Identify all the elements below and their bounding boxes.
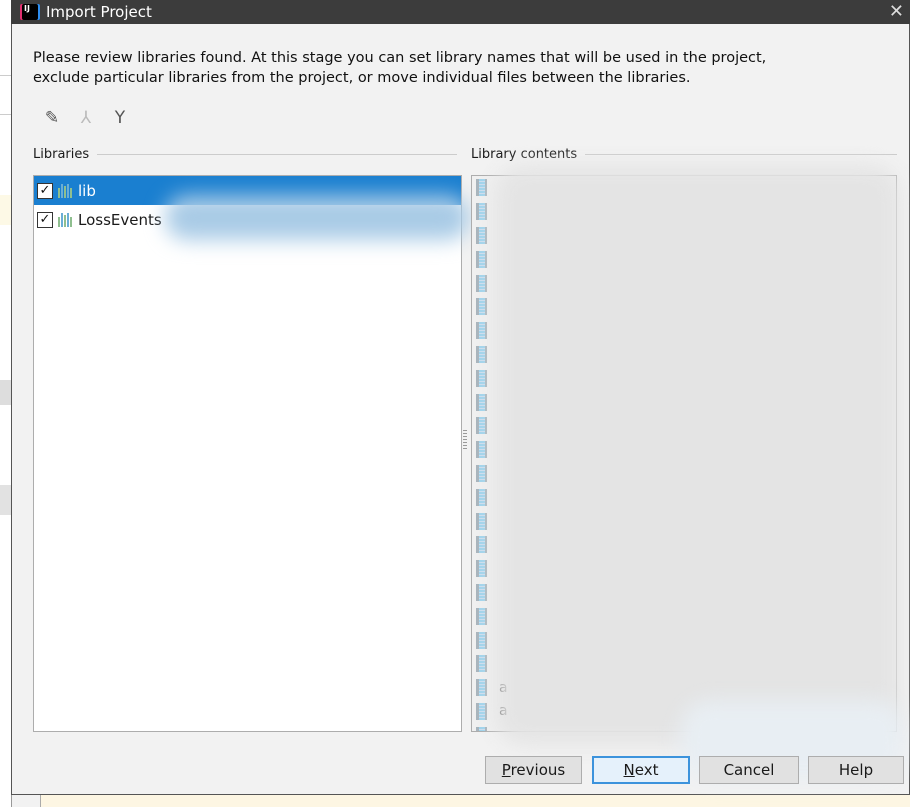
merge-icon: ⅄ [80,108,92,128]
jar-icon [476,417,487,435]
library-name: LossEvents [78,210,162,229]
dialog-description: Please review libraries found. At this s… [33,48,893,88]
next-button[interactable]: Next [592,756,690,784]
library-contents-label: Library contents [471,147,578,162]
jar-icon [476,560,487,578]
checkbox-checked[interactable]: ✓ [37,182,53,199]
previous-button[interactable]: Previous [485,756,582,784]
redaction-blur [165,195,470,240]
jar-icon [476,322,487,340]
close-icon[interactable]: ✕ [889,0,904,24]
cancel-button[interactable]: Cancel [699,756,799,784]
split-icon[interactable]: Y [110,108,130,128]
jar-icon [476,441,487,459]
checkbox-checked[interactable]: ✓ [37,211,53,228]
jar-icon [476,702,487,720]
libraries-label: Libraries [33,147,90,162]
intellij-app-icon: IJ [22,4,38,20]
jar-icon [476,679,487,697]
libraries-group: Libraries [33,147,457,162]
jar-icon [476,488,487,506]
jar-icon [476,464,487,482]
library-contents-group: Library contents [471,147,897,162]
description-line-1: Please review libraries found. At this s… [33,50,767,66]
title-bar: IJ Import Project ✕ [11,0,910,24]
splitter-handle[interactable] [463,430,467,450]
library-icon [58,183,72,198]
jar-icon [476,607,487,625]
jar-icon [476,655,487,673]
jar-icon [476,393,487,411]
jar-icon [476,726,487,731]
jar-icon [476,274,487,292]
library-name: lib [78,181,96,200]
jar-icon [476,203,487,221]
jar-icon [476,631,487,649]
jar-icon [476,536,487,554]
jar-icon [476,298,487,316]
edit-icon[interactable]: ✎ [42,108,62,128]
help-button[interactable]: Help [808,756,904,784]
description-line-2: exclude particular libraries from the pr… [33,70,691,86]
dialog-title: Import Project [46,3,152,21]
jar-icon [476,345,487,363]
redaction-blur [495,165,900,745]
libraries-list[interactable]: ✓ lib ✓ LossEvents [33,175,462,732]
libraries-toolbar: ✎ ⅄ Y [42,108,130,128]
jar-icon [476,179,487,197]
jar-icon [476,226,487,244]
background-ide-console [40,795,910,807]
library-icon [58,212,72,227]
jar-icon [476,512,487,530]
jar-icon [476,583,487,601]
jar-icon [476,369,487,387]
jar-icon [476,250,487,268]
